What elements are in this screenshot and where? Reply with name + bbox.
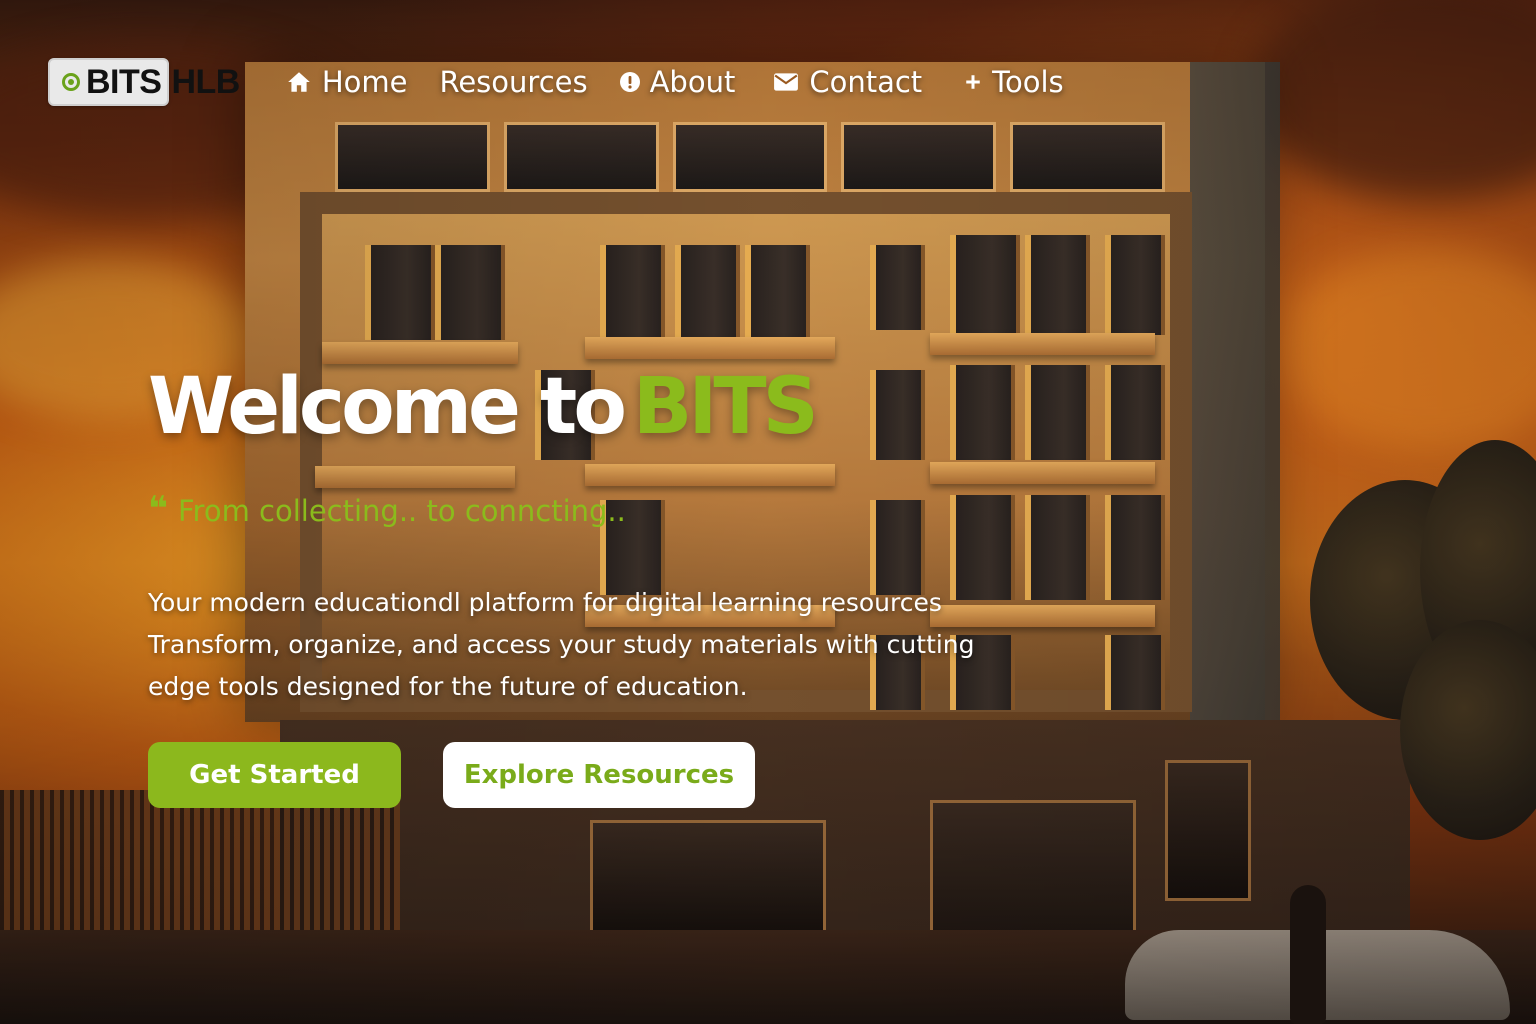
- logo-mark-icon: [62, 73, 80, 91]
- explore-resources-button[interactable]: Explore Resources: [443, 742, 755, 808]
- quote-icon: ❝: [148, 489, 168, 529]
- site-logo[interactable]: BITS HLB: [48, 58, 240, 106]
- hero-tagline-text: From collecting.. to conncting..: [177, 494, 626, 528]
- nav-contact[interactable]: Contact: [773, 65, 922, 99]
- hero-title-accent: BITS: [632, 362, 819, 452]
- hero-title: Welcome to BITS: [148, 362, 819, 452]
- plus-icon: [966, 75, 980, 89]
- hero-background: BITS HLB Home Resources About Contact To…: [0, 0, 1536, 1024]
- home-icon: [288, 72, 310, 92]
- hero-description: Your modern educationdl platform for dig…: [148, 582, 1078, 708]
- nav-tools-label: Tools: [992, 65, 1064, 99]
- nav-resources-label: Resources: [439, 65, 588, 99]
- hero-description-line: Transform, organize, and access your stu…: [148, 630, 975, 659]
- nav-about[interactable]: About: [619, 65, 736, 99]
- logo-text-hlb: HLB: [171, 62, 240, 101]
- nav-menu: Home Resources About Contact Tools: [286, 65, 1064, 99]
- logo-text-bits: BITS: [86, 62, 162, 101]
- hero-tagline: ❝ From collecting.. to conncting..: [148, 489, 626, 529]
- nav-about-label: About: [649, 65, 736, 99]
- nav-home[interactable]: Home: [286, 65, 408, 99]
- top-navbar: BITS HLB Home Resources About Contact To…: [48, 52, 1064, 112]
- nav-tools[interactable]: Tools: [964, 65, 1064, 99]
- hero-description-line: Your modern educationdl platform for dig…: [148, 588, 942, 617]
- hero-title-prefix: Welcome to: [148, 362, 627, 452]
- envelope-icon: [774, 73, 799, 91]
- nav-home-label: Home: [321, 65, 408, 99]
- hero-description-line: edge tools designed for the future of ed…: [148, 672, 748, 701]
- get-started-button[interactable]: Get Started: [148, 742, 401, 808]
- info-circle-icon: [619, 72, 640, 92]
- nav-contact-label: Contact: [809, 65, 923, 99]
- logo-badge: BITS: [48, 58, 170, 106]
- nav-resources[interactable]: Resources: [439, 65, 587, 99]
